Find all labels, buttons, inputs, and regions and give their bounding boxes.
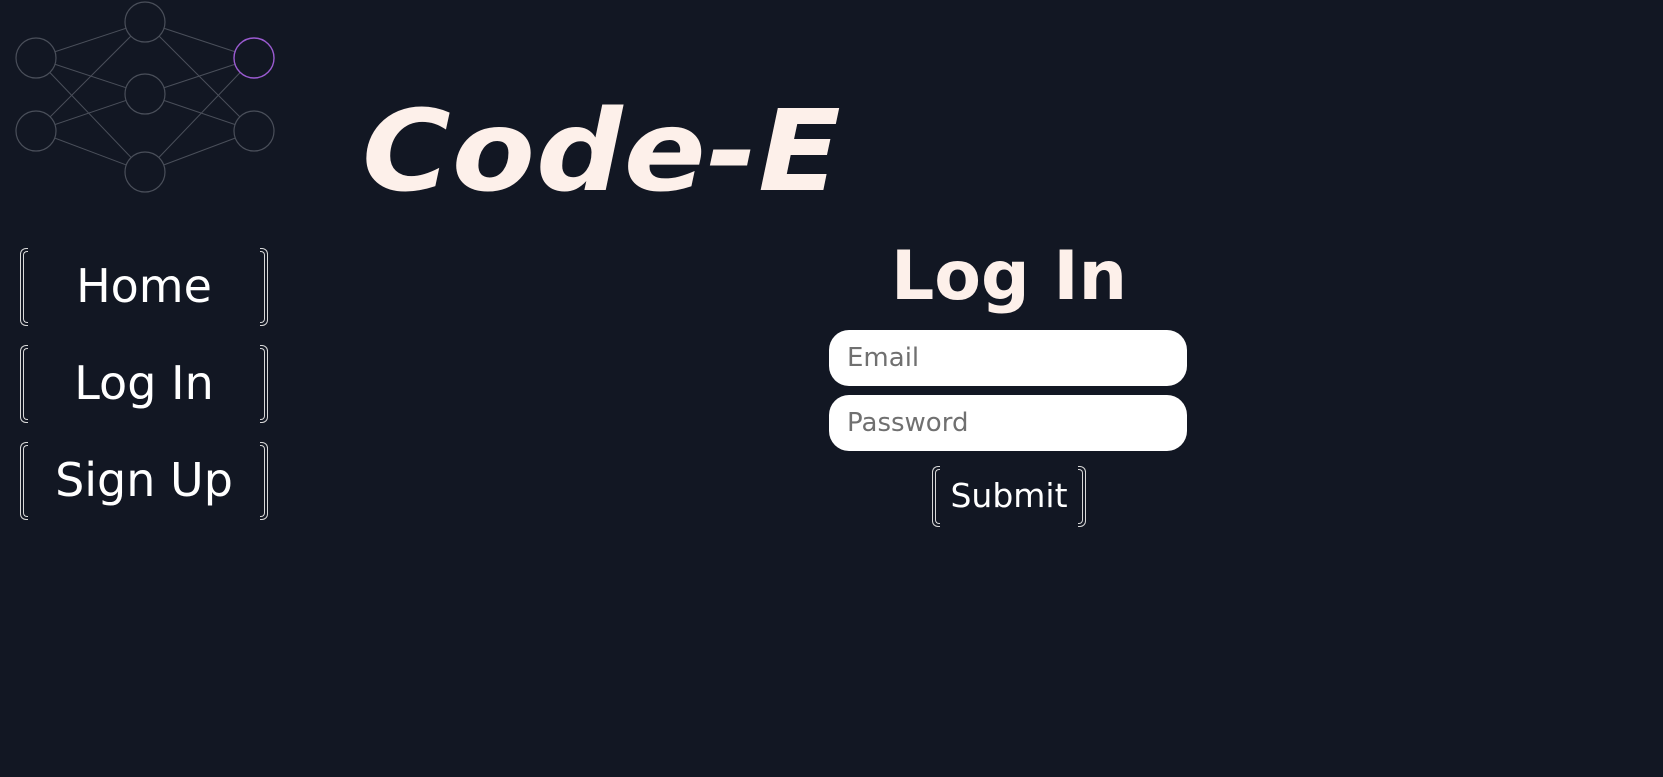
bracket-right	[260, 442, 268, 520]
bracket-left	[20, 345, 28, 423]
bracket-left	[20, 442, 28, 520]
email-field[interactable]	[829, 330, 1187, 386]
nav-login-button[interactable]: Log In	[20, 345, 268, 423]
bracket-left	[932, 466, 940, 527]
nav-login-label: Log In	[74, 356, 214, 410]
highlighted-node	[233, 37, 275, 79]
bracket-right	[1078, 466, 1086, 527]
login-heading: Log In	[890, 237, 1128, 316]
nav-home-button[interactable]: Home	[20, 248, 268, 326]
bracket-left	[20, 248, 28, 326]
brand-title: Code-E	[362, 87, 842, 217]
page: Code-E Home Log In Sign Up Log In Submit	[0, 0, 1663, 777]
password-field[interactable]	[829, 395, 1187, 451]
submit-button[interactable]: Submit	[932, 466, 1086, 527]
bracket-right	[260, 345, 268, 423]
nav-signup-label: Sign Up	[55, 453, 233, 507]
bracket-right	[260, 248, 268, 326]
neural-network-icon	[15, 1, 275, 193]
submit-label: Submit	[950, 476, 1068, 515]
sidebar-nav: Home Log In Sign Up	[20, 248, 270, 539]
nav-signup-button[interactable]: Sign Up	[20, 442, 268, 520]
nav-home-label: Home	[76, 259, 212, 313]
